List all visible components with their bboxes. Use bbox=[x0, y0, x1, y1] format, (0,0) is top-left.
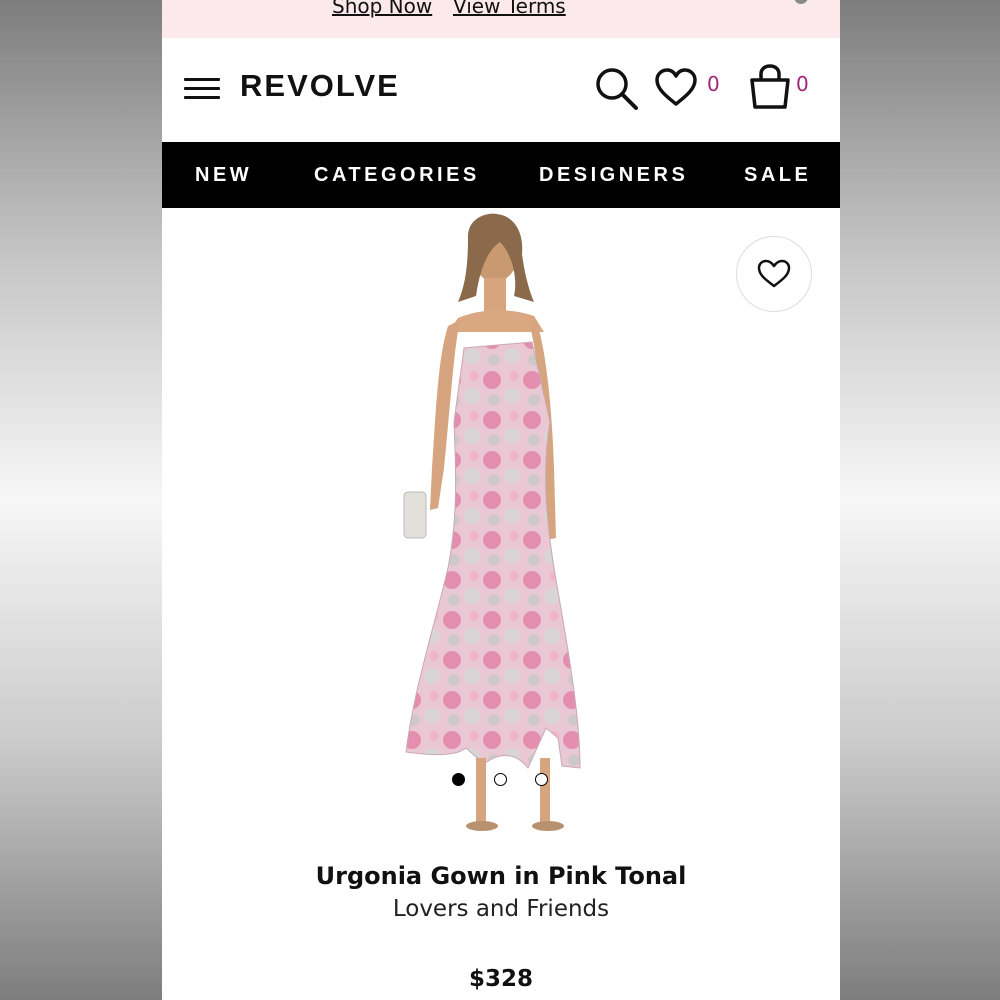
left-backdrop bbox=[0, 0, 162, 1000]
product-image[interactable] bbox=[162, 208, 840, 848]
nav-item-categories[interactable]: CATEGORIES bbox=[314, 164, 480, 187]
product-name: Urgonia Gown in Pink Tonal bbox=[315, 862, 687, 890]
nav-item-sale[interactable]: SALE bbox=[744, 164, 811, 187]
product-brand[interactable]: Lovers and Friends bbox=[162, 896, 840, 922]
search-icon[interactable] bbox=[594, 66, 640, 112]
menu-icon[interactable] bbox=[184, 78, 220, 104]
bag-icon[interactable] bbox=[747, 64, 793, 110]
heart-icon[interactable] bbox=[654, 68, 698, 108]
nav-item-new[interactable]: NEW bbox=[195, 164, 252, 187]
close-promo-icon[interactable] bbox=[794, 0, 808, 4]
image-dot-2[interactable] bbox=[494, 773, 507, 786]
image-dot-1[interactable] bbox=[452, 773, 465, 786]
page: Shop Now View Terms REVOLVE 0 0 NEW CATE… bbox=[162, 0, 840, 1000]
wishlist-count: 0 bbox=[707, 72, 720, 96]
add-to-wishlist-button[interactable] bbox=[736, 236, 812, 312]
right-backdrop bbox=[840, 0, 1000, 1000]
image-dot-3[interactable] bbox=[535, 773, 548, 786]
heart-outline-icon bbox=[757, 259, 791, 288]
shop-now-link[interactable]: Shop Now bbox=[332, 0, 432, 18]
view-terms-link[interactable]: View Terms bbox=[453, 0, 566, 18]
logo[interactable]: REVOLVE bbox=[240, 68, 400, 104]
bag-count: 0 bbox=[796, 72, 809, 96]
main-nav: NEW CATEGORIES DESIGNERS SALE bbox=[162, 142, 840, 208]
promo-banner: Shop Now View Terms bbox=[162, 0, 840, 38]
nav-item-designers[interactable]: DESIGNERS bbox=[539, 164, 688, 187]
site-header: REVOLVE 0 0 bbox=[162, 38, 840, 142]
product-price: $328 bbox=[468, 966, 533, 992]
